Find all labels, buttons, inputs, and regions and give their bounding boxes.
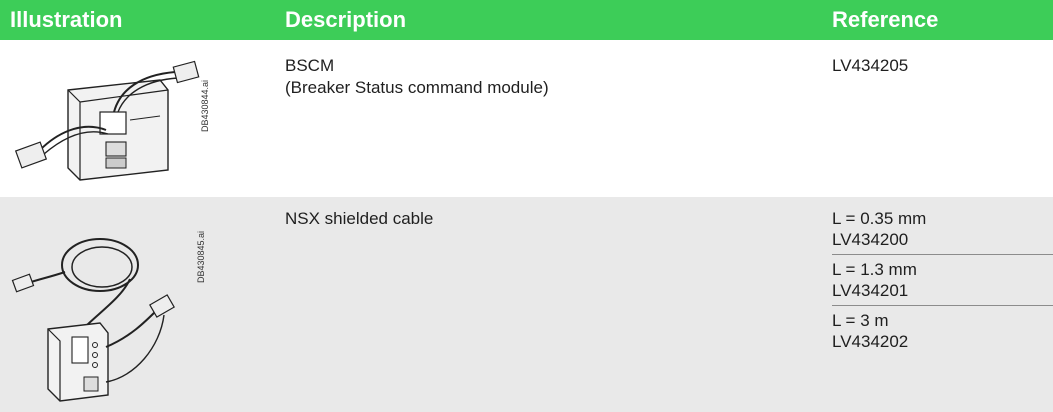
table-row-bscm: DB430844.ai BSCM (Breaker Status command… — [0, 40, 1053, 195]
reference-1: LV434205 — [832, 56, 909, 75]
variant-1: L = 0.35 mm LV434200 — [832, 208, 1053, 250]
description-subtitle-1: (Breaker Status command module) — [285, 78, 549, 97]
variant-reference-2: LV434201 — [832, 281, 909, 300]
description-title-2: NSX shielded cable — [285, 209, 434, 228]
variant-length-3: L = 3 m — [832, 311, 889, 330]
bscm-module-illustration — [14, 60, 200, 181]
table-header: Illustration Description Reference — [0, 0, 1053, 40]
variant-divider — [832, 254, 1053, 255]
variant-length-2: L = 1.3 mm — [832, 260, 917, 279]
header-reference: Reference — [832, 7, 939, 32]
variant-length-1: L = 0.35 mm — [832, 209, 927, 228]
variant-reference-1: LV434200 — [832, 230, 909, 249]
variant-3: L = 3 m LV434202 — [832, 310, 1053, 352]
image-code-1: DB430844.ai — [200, 79, 210, 132]
header-illustration: Illustration — [10, 7, 123, 32]
variant-divider — [832, 305, 1053, 306]
table-row-nsx-cable: DB430845.ai NSX shielded cable L = 0.35 … — [0, 197, 1053, 412]
header-description: Description — [285, 7, 407, 32]
variant-2: L = 1.3 mm LV434201 — [832, 259, 1053, 301]
image-code-2: DB430845.ai — [196, 230, 206, 283]
variant-reference-3: LV434202 — [832, 332, 909, 351]
description-title-1: BSCM — [285, 56, 335, 75]
nsx-cable-illustration — [11, 238, 175, 402]
